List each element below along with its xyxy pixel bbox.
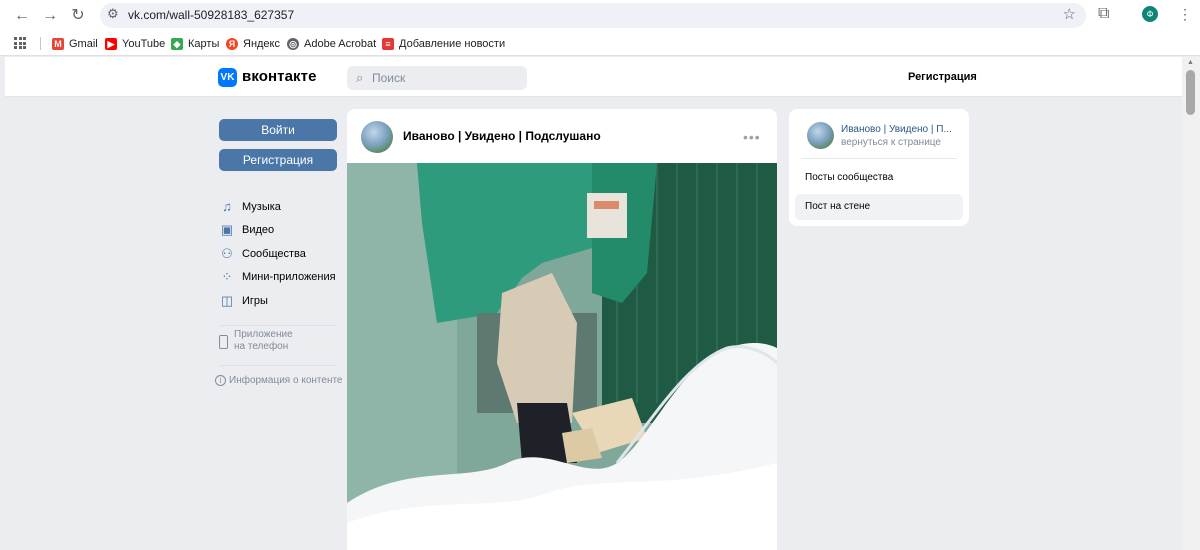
bookmark-label: Добавление новости xyxy=(399,37,506,50)
bookmark-maps[interactable]: ◆ Карты xyxy=(171,36,219,51)
wall-post: Иваново | Увидено | Подслушано ••• xyxy=(347,109,777,550)
nav-item-music[interactable]: ♫ Музыка xyxy=(219,195,349,219)
nav-item-mini-apps[interactable]: ⁘ Мини-приложения xyxy=(219,266,349,290)
browser-toolbar: ← → ↻ ⚙ vk.com/wall-50928183_627357 ☆ ⧉ … xyxy=(0,0,1200,31)
games-icon: ◫ xyxy=(220,292,234,308)
nav-divider xyxy=(219,365,337,366)
post-photo-illustration xyxy=(347,163,777,550)
content-info-label: Информация о контенте xyxy=(229,375,343,386)
community-avatar[interactable] xyxy=(361,121,393,153)
site-settings-icon[interactable]: ⚙ xyxy=(107,6,119,22)
post-more-icon[interactable]: ••• xyxy=(743,129,761,145)
nav-item-video[interactable]: ▣ Видео xyxy=(219,219,349,243)
search-icon: ⌕ xyxy=(356,70,364,85)
apps-grid-icon[interactable] xyxy=(14,37,26,49)
nav-item-label: Мини-приложения xyxy=(242,271,336,284)
video-icon: ▣ xyxy=(220,222,234,238)
app-promo-line2: на телефон xyxy=(234,341,289,352)
content-info-link[interactable]: i Информация о контенте xyxy=(215,375,343,386)
nav-item-label: Игры xyxy=(242,294,268,307)
bookmark-label: Gmail xyxy=(69,37,98,50)
bookmark-adobe-acrobat[interactable]: ◎ Adobe Acrobat xyxy=(287,36,376,51)
back-icon[interactable]: ← xyxy=(12,6,32,26)
bookmarks-bar: M Gmail ▶ YouTube ◆ Карты Я Яндекс ◎ Ado… xyxy=(0,31,1200,56)
bookmark-gmail[interactable]: M Gmail xyxy=(52,36,98,51)
url-text[interactable]: vk.com/wall-50928183_627357 xyxy=(128,8,294,22)
menu-item-community-posts[interactable]: Посты сообщества xyxy=(795,165,963,191)
back-to-page-link[interactable]: вернуться к странице xyxy=(841,137,941,148)
forward-icon[interactable]: → xyxy=(40,6,60,26)
login-button[interactable]: Войти xyxy=(219,119,337,141)
app-promo-link[interactable]: Приложение на телефон xyxy=(219,329,293,353)
bookmark-youtube[interactable]: ▶ YouTube xyxy=(105,36,165,51)
community-nav-card: Иваново | Увидено | П... вернуться к стр… xyxy=(789,109,969,226)
bookmark-star-icon[interactable]: ☆ xyxy=(1063,5,1076,23)
left-nav: ♫ Музыка ▣ Видео ⚇ Сообщества ⁘ Мини-при… xyxy=(219,195,349,313)
maps-icon: ◆ xyxy=(171,37,183,50)
app-promo-line1: Приложение xyxy=(234,329,293,340)
bookmark-yandex[interactable]: Я Яндекс xyxy=(226,36,280,51)
extensions-icon[interactable]: ⧉ xyxy=(1098,5,1109,23)
profile-avatar[interactable]: Ф xyxy=(1142,6,1158,22)
nav-item-label: Музыка xyxy=(242,200,281,213)
phone-icon xyxy=(219,335,228,349)
bookmark-news[interactable]: ≡ Добавление новости xyxy=(382,36,505,51)
card-divider xyxy=(801,158,957,159)
search-box[interactable]: ⌕ xyxy=(347,66,527,90)
news-icon: ≡ xyxy=(382,37,394,50)
music-icon: ♫ xyxy=(222,198,232,214)
nav-item-games[interactable]: ◫ Игры xyxy=(219,289,349,313)
communities-icon: ⚇ xyxy=(221,245,233,261)
nav-item-label: Видео xyxy=(242,224,275,237)
vk-header: VK вконтакте ⌕ Регистрация xyxy=(5,57,1182,97)
bookmark-label: YouTube xyxy=(122,37,166,50)
post-author[interactable]: Иваново | Увидено | Подслушано xyxy=(403,129,601,143)
bookmark-label: Яндекс xyxy=(243,37,280,50)
scroll-up-icon[interactable]: ▲ xyxy=(1187,59,1194,66)
page-scrollbar[interactable]: ▲ xyxy=(1182,57,1200,550)
nav-item-label: Сообщества xyxy=(242,247,306,260)
app-promo-text: Приложение на телефон xyxy=(234,329,293,353)
bookmarks-divider xyxy=(40,37,41,50)
community-avatar[interactable] xyxy=(807,122,834,149)
globe-icon: ◎ xyxy=(287,37,299,50)
bookmark-label: Карты xyxy=(188,37,220,50)
vk-logo-icon[interactable]: VK xyxy=(218,68,237,87)
post-photo[interactable] xyxy=(347,163,777,550)
address-bar[interactable]: ⚙ vk.com/wall-50928183_627357 ☆ xyxy=(100,3,1086,28)
vk-brand-name[interactable]: вконтакте xyxy=(242,68,317,85)
bookmark-label: Adobe Acrobat xyxy=(304,37,377,50)
info-icon: i xyxy=(215,375,226,386)
browser-menu-icon[interactable]: ⋮ xyxy=(1178,6,1192,23)
nav-item-communities[interactable]: ⚇ Сообщества xyxy=(219,242,349,266)
register-button[interactable]: Регистрация xyxy=(219,149,337,171)
gmail-icon: M xyxy=(52,37,64,50)
youtube-icon: ▶ xyxy=(105,37,117,50)
nav-divider xyxy=(219,325,337,326)
menu-item-wall-post[interactable]: Пост на стене xyxy=(795,194,963,220)
header-register-link[interactable]: Регистрация xyxy=(908,71,977,83)
reload-icon[interactable]: ↻ xyxy=(68,6,88,26)
yandex-icon: Я xyxy=(226,37,238,50)
mini-apps-icon: ⁘ xyxy=(221,269,233,285)
search-input[interactable] xyxy=(372,69,522,87)
page-viewport: VK вконтакте ⌕ Регистрация Войти Регистр… xyxy=(5,57,1182,550)
scrollbar-thumb[interactable] xyxy=(1186,70,1195,115)
community-name[interactable]: Иваново | Увидено | П... xyxy=(841,124,959,135)
